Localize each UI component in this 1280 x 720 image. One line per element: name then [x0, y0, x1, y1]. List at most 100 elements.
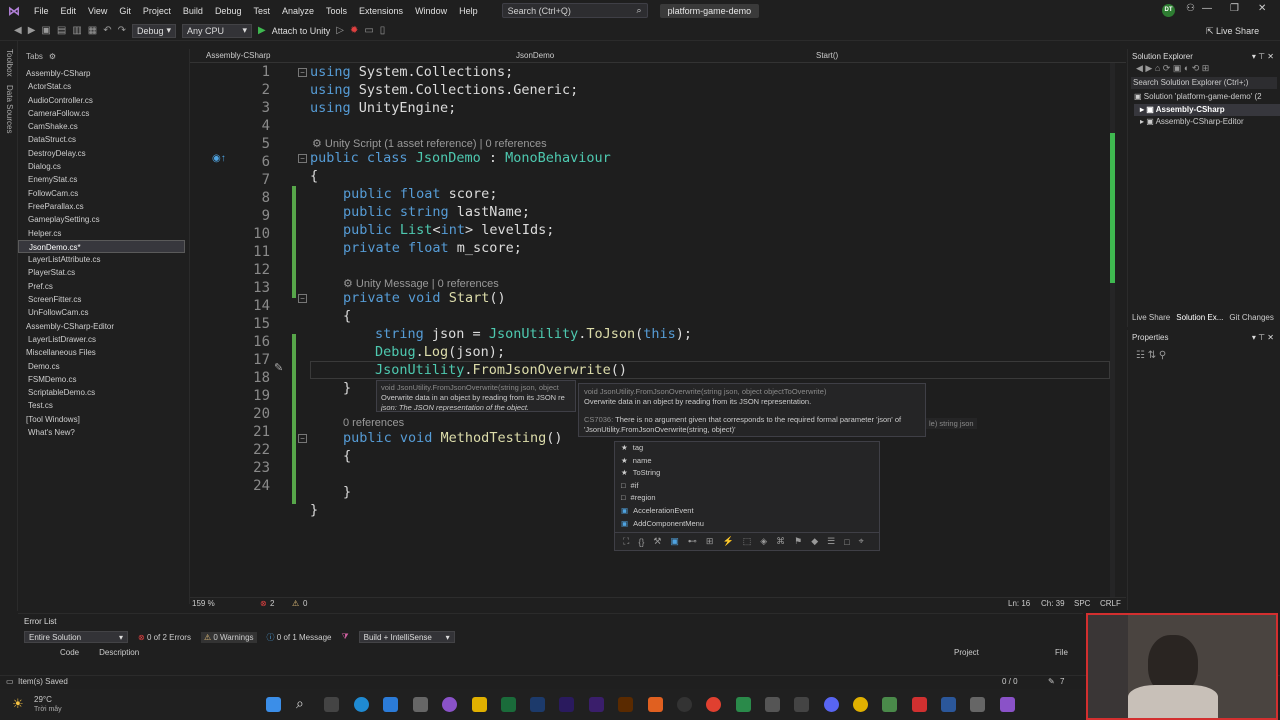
enum-icon[interactable]: ⊞	[706, 536, 714, 547]
braces-icon[interactable]: {}	[638, 537, 644, 547]
project-assembly-csharp-editor[interactable]: ▸ ▣ Assembly-CSharp-Editor	[1134, 116, 1280, 129]
zoom-level[interactable]: 159 %	[192, 599, 215, 608]
app-icon[interactable]	[882, 697, 897, 712]
namespace-icon[interactable]: ⌘	[776, 536, 785, 547]
chrome-icon[interactable]	[706, 697, 721, 712]
data-sources-tab[interactable]: Data Sources	[5, 85, 14, 133]
app-icon[interactable]	[677, 697, 692, 712]
redo-icon[interactable]: ↷	[118, 25, 126, 36]
completion-item[interactable]: ▣ AddComponentMenu	[615, 518, 879, 531]
illustrator-icon[interactable]	[618, 697, 633, 712]
wrench-icon[interactable]: ⚒	[653, 536, 661, 547]
fold-toggle[interactable]: −	[298, 68, 307, 77]
attach-button[interactable]: Attach to Unity	[272, 26, 331, 36]
menu-project[interactable]: Project	[137, 6, 177, 16]
filter-icon[interactable]: ⧩	[341, 632, 348, 642]
menu-window[interactable]: Window	[409, 6, 453, 16]
tab-file-item[interactable]: ActorStat.cs	[18, 80, 189, 93]
tab-file-item[interactable]: PlayerStat.cs	[18, 266, 189, 279]
tab-git-changes[interactable]: Git Changes	[1229, 313, 1273, 325]
pin-icon[interactable]: ▾ ⊤ ✕	[1252, 52, 1274, 61]
after-effects-icon[interactable]	[589, 697, 604, 712]
tab-file-item[interactable]: DestroyDelay.cs	[18, 147, 189, 160]
status-pencil-count[interactable]: 7	[1060, 677, 1064, 686]
tab-file-item[interactable]: FollowCam.cs	[18, 187, 189, 200]
codelens-unity-script[interactable]: ⚙ Unity Script (1 asset reference) | 0 r…	[312, 137, 547, 150]
menu-debug[interactable]: Debug	[209, 6, 248, 16]
completion-list[interactable]: ★ tag ★ name ★ ToString □ #if □ #region ▣ Accelerat…	[614, 441, 880, 551]
word-icon[interactable]	[941, 697, 956, 712]
tab-file-item[interactable]: Demo.cs	[18, 360, 189, 373]
snippet-icon[interactable]: ⬚	[743, 536, 752, 547]
column-project[interactable]: Project	[954, 648, 979, 657]
whitespace-mode[interactable]: SPC	[1074, 599, 1090, 608]
completion-item[interactable]: ★ tag	[615, 442, 879, 455]
method-icon[interactable]: ◈	[760, 536, 767, 547]
tab-live-share[interactable]: Live Share	[1132, 313, 1170, 325]
close-icon[interactable]: ▾ ⊤ ✕	[1252, 333, 1274, 342]
error-count[interactable]: 2	[270, 599, 274, 608]
event-icon[interactable]: ⚡	[722, 536, 733, 547]
tab-group[interactable]: [Tool Windows]	[18, 413, 189, 426]
completion-item[interactable]: ★ name	[615, 455, 879, 468]
close-icon[interactable]: ✕	[1258, 3, 1266, 14]
maximize-icon[interactable]: ❐	[1230, 3, 1239, 14]
store-icon[interactable]	[383, 697, 398, 712]
tab-file-item[interactable]: LayerListAttribute.cs	[18, 253, 189, 266]
tab-group[interactable]: Assembly-CSharp	[18, 67, 189, 80]
tab-file-item[interactable]: EnemyStat.cs	[18, 173, 189, 186]
errors-filter[interactable]: ⊗ 0 of 2 Errors	[138, 633, 191, 642]
save-all-icon[interactable]: ▦	[88, 25, 97, 36]
file-explorer-icon[interactable]	[472, 697, 487, 712]
search-box[interactable]: Search (Ctrl+Q) ⌕	[501, 3, 648, 18]
build-select[interactable]: Build + IntelliSense ▾	[358, 631, 455, 643]
forward-icon[interactable]: ▶	[28, 25, 36, 36]
run-no-debug-icon[interactable]: ▷	[336, 25, 344, 36]
expand-icon[interactable]: ⛶	[623, 536, 629, 547]
audition-icon[interactable]	[501, 697, 516, 712]
line-ending[interactable]: CRLF	[1100, 599, 1121, 608]
square-icon[interactable]: □	[844, 537, 849, 547]
completion-item[interactable]: ★ ToString	[615, 467, 879, 480]
menu-help[interactable]: Help	[453, 6, 484, 16]
config-select[interactable]: Debug ▾	[132, 23, 176, 38]
column-code[interactable]: Code	[60, 648, 79, 657]
unity-icon[interactable]: ◉↑	[212, 153, 226, 164]
premiere-icon[interactable]	[559, 697, 574, 712]
open-icon[interactable]: ▤	[57, 25, 66, 36]
app-icon[interactable]	[442, 697, 457, 712]
menu-build[interactable]: Build	[177, 6, 209, 16]
tab-file-item[interactable]: UnFollowCam.cs	[18, 306, 189, 319]
warnings-filter[interactable]: ⚠ 0 Warnings	[200, 631, 257, 643]
assembly-dropdown[interactable]: Assembly-CSharp	[206, 51, 506, 60]
tab-file-item[interactable]: GameplaySetting.cs	[18, 213, 189, 226]
menu-view[interactable]: View	[82, 6, 113, 16]
menu-analyze[interactable]: Analyze	[276, 6, 320, 16]
tab-file-item[interactable]: JsonDemo.cs*	[18, 239, 185, 254]
class-dropdown[interactable]: JsonDemo	[516, 51, 816, 60]
play-icon[interactable]: ▶	[258, 25, 266, 36]
new-item-icon[interactable]: ▣	[41, 25, 50, 36]
completion-item[interactable]: □ #if	[615, 480, 879, 493]
column-description[interactable]: Description	[99, 648, 139, 657]
editor-scrollbar[interactable]	[1110, 63, 1115, 598]
start-icon[interactable]	[266, 697, 281, 712]
tab-file-item[interactable]: Test.cs	[18, 399, 189, 412]
properties-toolbar[interactable]: ☷ ⇅ ⚲	[1128, 350, 1280, 361]
tab-group[interactable]: Assembly-CSharp-Editor	[18, 320, 189, 333]
completion-item[interactable]: □ #region	[615, 492, 879, 505]
discord-icon[interactable]	[824, 697, 839, 712]
delegate-icon[interactable]: ⊷	[688, 536, 697, 547]
toolbox-tab[interactable]: Toolbox	[5, 49, 14, 77]
bookmark-icon[interactable]: ▯	[380, 25, 386, 36]
tab-group[interactable]: Miscellaneous Files	[18, 346, 189, 359]
tab-file-item[interactable]: FSMDemo.cs	[18, 373, 189, 386]
app-icon[interactable]	[794, 697, 809, 712]
pin-icon[interactable]: ⌖	[859, 536, 864, 547]
menu-test[interactable]: Test	[247, 6, 276, 16]
tab-file-item[interactable]: AudioController.cs	[18, 94, 189, 107]
menu-edit[interactable]: Edit	[55, 6, 83, 16]
tab-file-item[interactable]: Helper.cs	[18, 227, 189, 240]
class-icon[interactable]: ▣	[670, 536, 679, 547]
tab-file-item[interactable]: CameraFollow.cs	[18, 107, 189, 120]
